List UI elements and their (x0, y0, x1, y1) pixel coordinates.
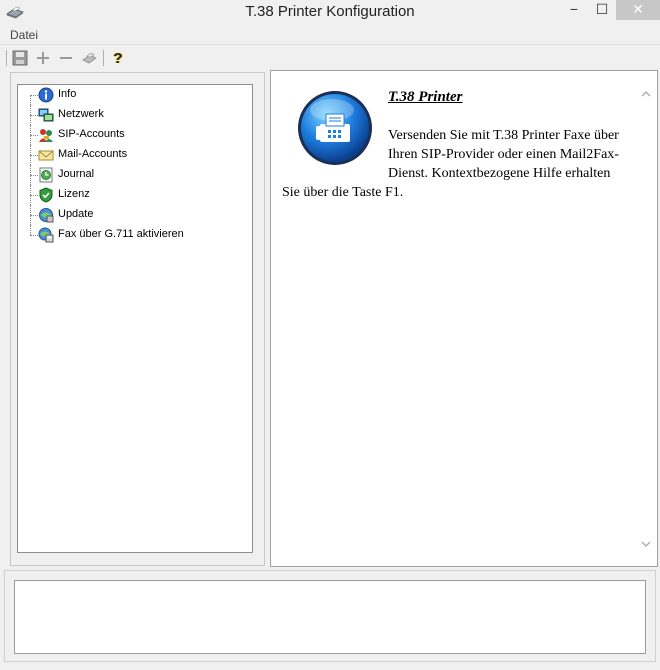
tree-item-lizenz[interactable]: Lizenz (18, 185, 248, 205)
tree-item-sip-accounts[interactable]: SIP-Accounts (18, 125, 248, 145)
menu-datei[interactable]: Datei (10, 28, 38, 42)
content-description: Versenden Sie mit T.38 Printer Faxe über… (282, 126, 627, 202)
tree-item-label: Netzwerk (58, 108, 104, 120)
help-icon: ? (113, 49, 123, 67)
tree-item-info[interactable]: Info (18, 85, 248, 105)
scroll-up-arrow-icon[interactable] (640, 88, 652, 100)
toolbar: ? (0, 46, 660, 70)
save-icon (12, 50, 28, 66)
tree-item-label: Lizenz (58, 188, 90, 200)
update-icon (39, 208, 54, 223)
menu-bar: Datei (0, 26, 660, 45)
tree-item-label: SIP-Accounts (58, 128, 125, 140)
tree-connector (30, 155, 38, 156)
save-button[interactable] (11, 49, 29, 67)
toolbar-separator (6, 50, 7, 66)
tree-connector (30, 215, 38, 216)
help-button[interactable]: ? (109, 49, 127, 67)
tree-connector (30, 235, 38, 236)
tree-item-mail-accounts[interactable]: Mail-Accounts (18, 145, 248, 165)
fax-g711-icon (38, 227, 54, 243)
tree-item-journal[interactable]: Journal (18, 165, 248, 185)
network-icon (38, 108, 54, 122)
tree-item-label: Update (58, 208, 94, 220)
content-title: T.38 Printer (388, 89, 463, 105)
tree-connector (30, 225, 31, 235)
journal-icon (39, 167, 53, 183)
tree-item-netzwerk[interactable]: Netzwerk (18, 105, 248, 125)
close-button[interactable]: ✕ (616, 0, 660, 20)
scroll-down-arrow-icon[interactable] (640, 538, 652, 550)
tree-connector (30, 195, 38, 196)
license-shield-icon (39, 187, 53, 203)
maximize-button[interactable]: ☐ (588, 0, 616, 20)
tree-item-label: Fax über G.711 aktivieren (58, 228, 184, 240)
tree-connector (30, 95, 31, 105)
mail-icon (38, 150, 54, 161)
remove-icon (60, 57, 72, 59)
tree-connector (30, 95, 38, 96)
print-icon (82, 52, 97, 64)
print-button[interactable] (80, 49, 98, 67)
tree-item-label: Info (58, 88, 77, 100)
icon-spacer (282, 126, 388, 183)
add-icon (37, 52, 49, 64)
tree-connector (30, 135, 38, 136)
tree-item-update[interactable]: Update (18, 205, 248, 225)
toolbar-separator (103, 50, 104, 66)
add-button[interactable] (34, 49, 52, 67)
tree-item-fax-g711[interactable]: Fax über G.711 aktivieren (18, 225, 248, 245)
tree-connector (30, 175, 38, 176)
remove-button[interactable] (57, 49, 75, 67)
info-icon (38, 87, 54, 103)
title-bar: T.38 Printer Konfiguration − ☐ ✕ (0, 0, 660, 26)
status-output (14, 580, 646, 654)
minimize-button[interactable]: − (560, 0, 588, 20)
tree-item-label: Mail-Accounts (58, 148, 128, 160)
sip-accounts-icon (39, 129, 53, 142)
tree-connector (30, 115, 38, 116)
settings-tree[interactable]: Info Netzwerk SIP-Accounts Mail-Accounts… (17, 84, 253, 553)
tree-item-label: Journal (58, 168, 95, 180)
